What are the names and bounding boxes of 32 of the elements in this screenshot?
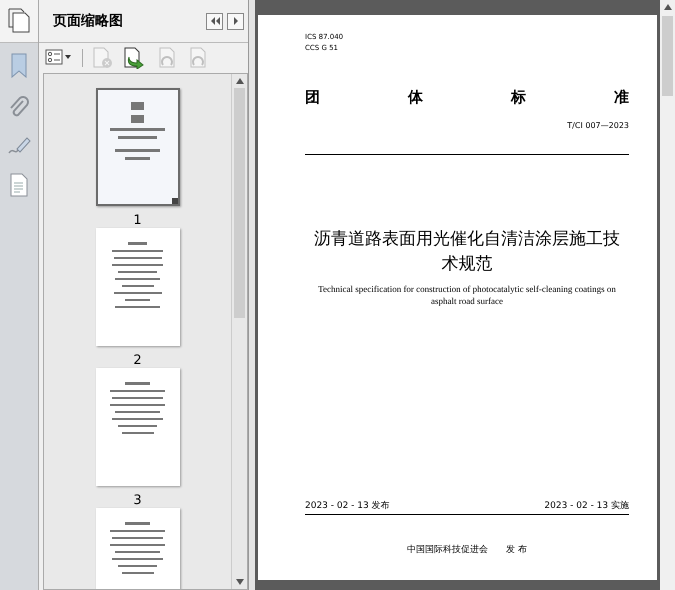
bookmark-icon[interactable] [10,53,28,79]
scrollbar[interactable] [660,0,675,590]
options-menu-button[interactable] [45,48,73,68]
issuer-name: 中国国际科技促进会 [407,544,488,556]
page-number: 2 [133,353,142,368]
arrow-up-icon[interactable] [236,78,244,84]
expand-button[interactable] [227,12,244,30]
standard-number: T/CI 007—2023 [567,121,629,130]
double-arrow-left-icon [210,17,220,25]
document-subtitle: Technical specification for construction of photocatalytic self-cleaning coatings on asphalt road surface [317,283,617,307]
arrow-down-icon[interactable] [236,579,244,585]
issue-date: 2023 - 02 - 13 发布 [305,500,390,512]
arrow-right-icon [232,17,238,25]
page-number: 1 [133,213,142,228]
heading-character: 标 [511,88,526,107]
scroll-thumb[interactable] [662,16,673,96]
pages-icon [7,8,31,34]
heading-character: 体 [408,88,423,107]
scrollbar[interactable] [231,74,247,589]
heading-character: 团 [305,88,320,107]
document-title: 沥青道路表面用光催化自清洁涂层施工技术规范 [313,228,621,276]
effective-date: 2023 - 02 - 13 实施 [544,500,629,512]
paperclip-icon[interactable] [8,95,30,119]
document-icon[interactable] [10,173,28,197]
scroll-thumb[interactable] [234,88,245,318]
arrow-up-icon[interactable] [664,4,672,10]
issuer-action: 发 布 [506,544,527,556]
page-number: 3 [133,493,142,508]
heading-character: 准 [614,88,629,107]
panel-title: 页面缩略图 [53,12,124,30]
page-thumbnail[interactable] [96,88,180,206]
collapse-button[interactable] [206,12,223,30]
